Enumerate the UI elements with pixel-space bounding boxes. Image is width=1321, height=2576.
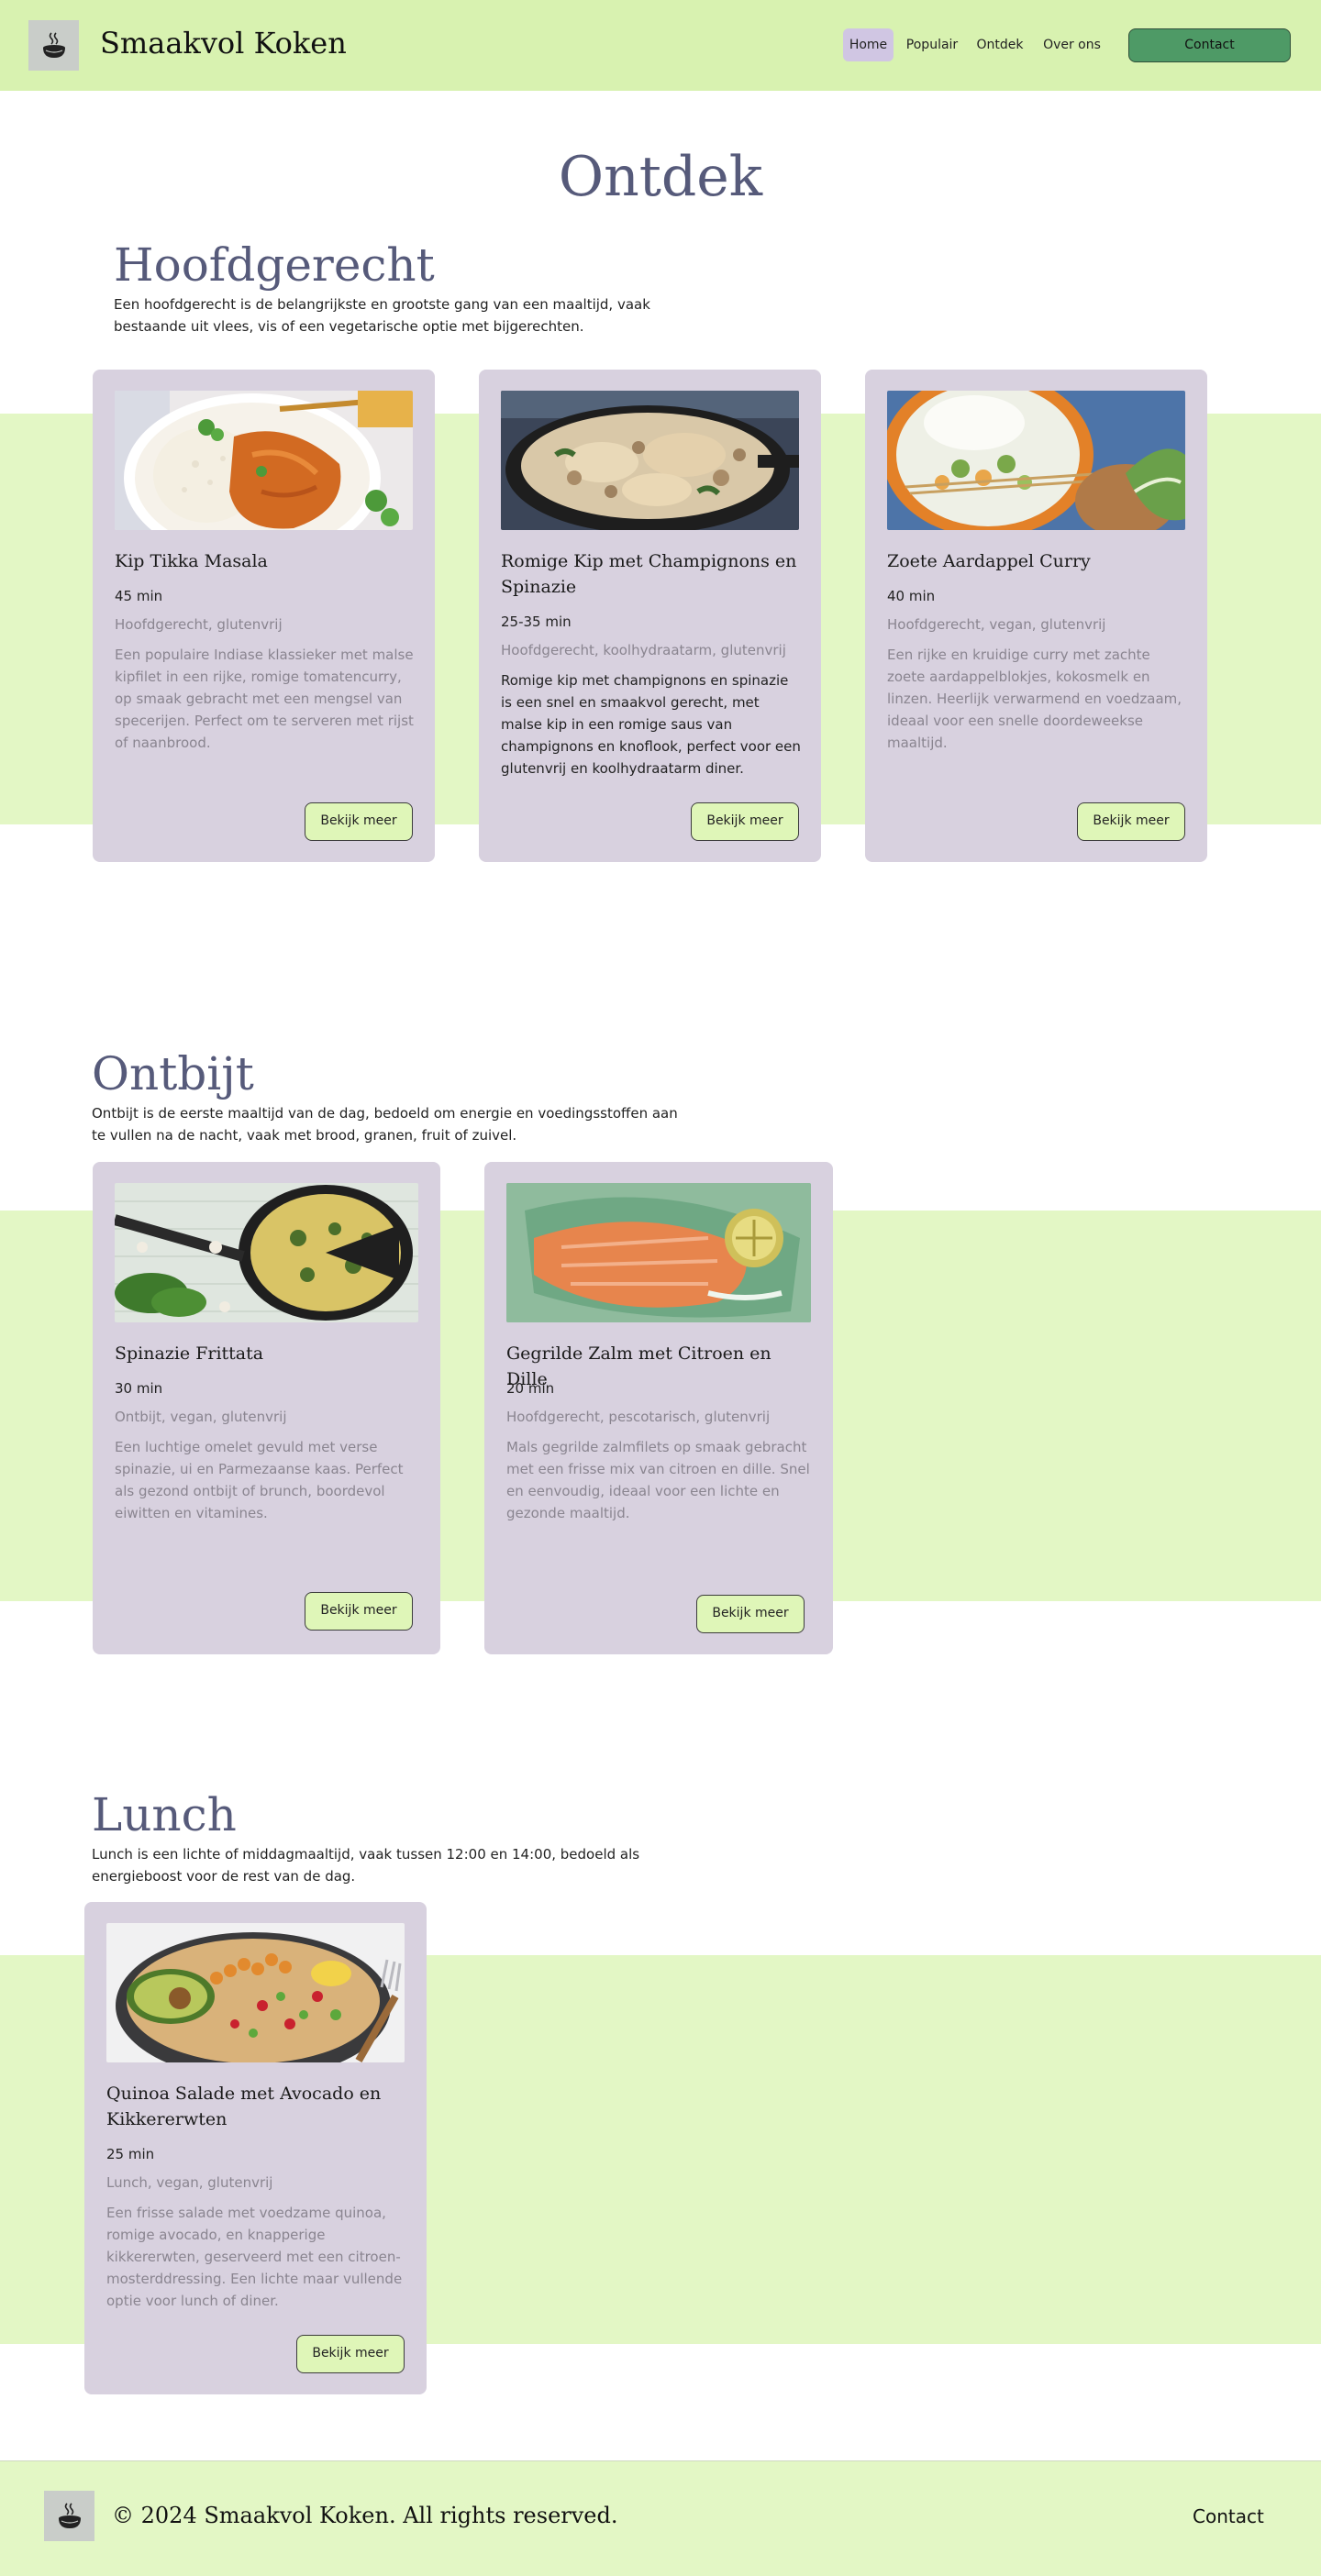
section-desc-hoofdgerecht: Een hoofdgerecht is de belangrijkste en …	[114, 296, 650, 335]
view-more-button[interactable]: Bekijk meer	[691, 802, 799, 841]
view-more-button[interactable]: Bekijk meer	[305, 1592, 413, 1631]
recipe-image-tikka	[115, 391, 413, 530]
nav-populair[interactable]: Populair	[904, 28, 960, 61]
recipe-tags: Hoofdgerecht, vegan, glutenvrij	[887, 616, 1106, 633]
view-more-button[interactable]: Bekijk meer	[696, 1595, 805, 1633]
view-more-button[interactable]: Bekijk meer	[1077, 802, 1185, 841]
view-more-button[interactable]: Bekijk meer	[296, 2335, 405, 2373]
recipe-description: Romige kip met champignons en spinazie i…	[501, 672, 801, 777]
recipe-card[interactable]: Zoete Aardappel Curry 40 min Hoofdgerech…	[865, 370, 1207, 862]
section-desc-ontbijt: Ontbijt is de eerste maaltijd van de dag…	[92, 1105, 678, 1144]
site-footer: © 2024 Smaakvol Koken. All rights reserv…	[0, 2460, 1321, 2576]
recipe-time: 30 min	[115, 1380, 163, 1397]
recipe-title[interactable]: Quinoa Salade met Avocado en Kikkererwte…	[106, 2081, 405, 2132]
recipe-time: 40 min	[887, 588, 936, 604]
recipe-image-curry	[887, 391, 1185, 530]
recipe-image-zalm	[506, 1183, 811, 1322]
recipe-tags: Ontbijt, vegan, glutenvrij	[115, 1409, 287, 1425]
view-more-button[interactable]: Bekijk meer	[305, 802, 413, 841]
section-title-lunch: Lunch	[92, 1788, 237, 1841]
recipe-tags: Lunch, vegan, glutenvrij	[106, 2174, 273, 2191]
recipe-description: Een luchtige omelet gevuld met verse spi…	[115, 1439, 404, 1521]
recipe-title[interactable]: Spinazie Frittata	[115, 1341, 418, 1366]
recipe-title[interactable]: Kip Tikka Masala	[115, 548, 413, 574]
recipe-image-romige-kip	[501, 391, 799, 530]
recipe-title[interactable]: Romige Kip met Champignons en Spinazie	[501, 548, 799, 600]
recipe-tags: Hoofdgerecht, pescotarisch, glutenvrij	[506, 1409, 771, 1425]
recipe-card[interactable]: Gegrilde Zalm met Citroen en Dille 20 mi…	[484, 1162, 833, 1654]
nav-over-ons[interactable]: Over ons	[1038, 28, 1105, 61]
recipe-time: 45 min	[115, 588, 163, 604]
page-title: Ontdek	[558, 145, 763, 209]
recipe-tags: Hoofdgerecht, koolhydraatarm, glutenvrij	[501, 642, 786, 658]
logo[interactable]	[28, 20, 79, 71]
section-title-hoofdgerecht: Hoofdgerecht	[114, 238, 435, 292]
recipe-description: Een frisse salade met voedzame quinoa, r…	[106, 2205, 403, 2309]
recipe-title[interactable]: Zoete Aardappel Curry	[887, 548, 1185, 574]
recipe-card[interactable]: Quinoa Salade met Avocado en Kikkererwte…	[84, 1902, 427, 2394]
recipe-time: 20 min	[506, 1380, 555, 1397]
cooking-pot-icon	[58, 2502, 81, 2528]
recipe-image-frittata	[115, 1183, 418, 1322]
recipe-time: 25 min	[106, 2146, 155, 2162]
recipe-card[interactable]: Romige Kip met Champignons en Spinazie 2…	[479, 370, 821, 862]
recipe-card[interactable]: Kip Tikka Masala 45 min Hoofdgerecht, gl…	[93, 370, 435, 862]
recipe-description: Een rijke en kruidige curry met zachte z…	[887, 647, 1182, 751]
site-header: Smaakvol Koken Home Populair Ontdek Over…	[0, 0, 1321, 91]
footer-contact-link[interactable]: Contact	[1193, 2505, 1264, 2527]
section-title-ontbijt: Ontbijt	[92, 1047, 254, 1100]
cooking-pot-icon	[42, 31, 65, 58]
brand-name[interactable]: Smaakvol Koken	[100, 26, 347, 61]
nav-home[interactable]: Home	[843, 28, 894, 61]
recipe-image-quinoa	[106, 1923, 405, 2062]
recipe-description: Mals gegrilde zalmfilets op smaak gebrac…	[506, 1439, 810, 1521]
section-desc-lunch: Lunch is een lichte of middagmaaltijd, v…	[92, 1846, 640, 1885]
nav-ontdek[interactable]: Ontdek	[975, 28, 1025, 61]
recipe-card[interactable]: Spinazie Frittata 30 min Ontbijt, vegan,…	[93, 1162, 440, 1654]
footer-logo[interactable]	[44, 2491, 94, 2541]
recipe-time: 25-35 min	[501, 614, 572, 630]
recipe-description: Een populaire Indiase klassieker met mal…	[115, 647, 414, 751]
footer-copyright: © 2024 Smaakvol Koken. All rights reserv…	[112, 2503, 618, 2528]
recipe-tags: Hoofdgerecht, glutenvrij	[115, 616, 283, 633]
contact-button[interactable]: Contact	[1128, 28, 1291, 62]
